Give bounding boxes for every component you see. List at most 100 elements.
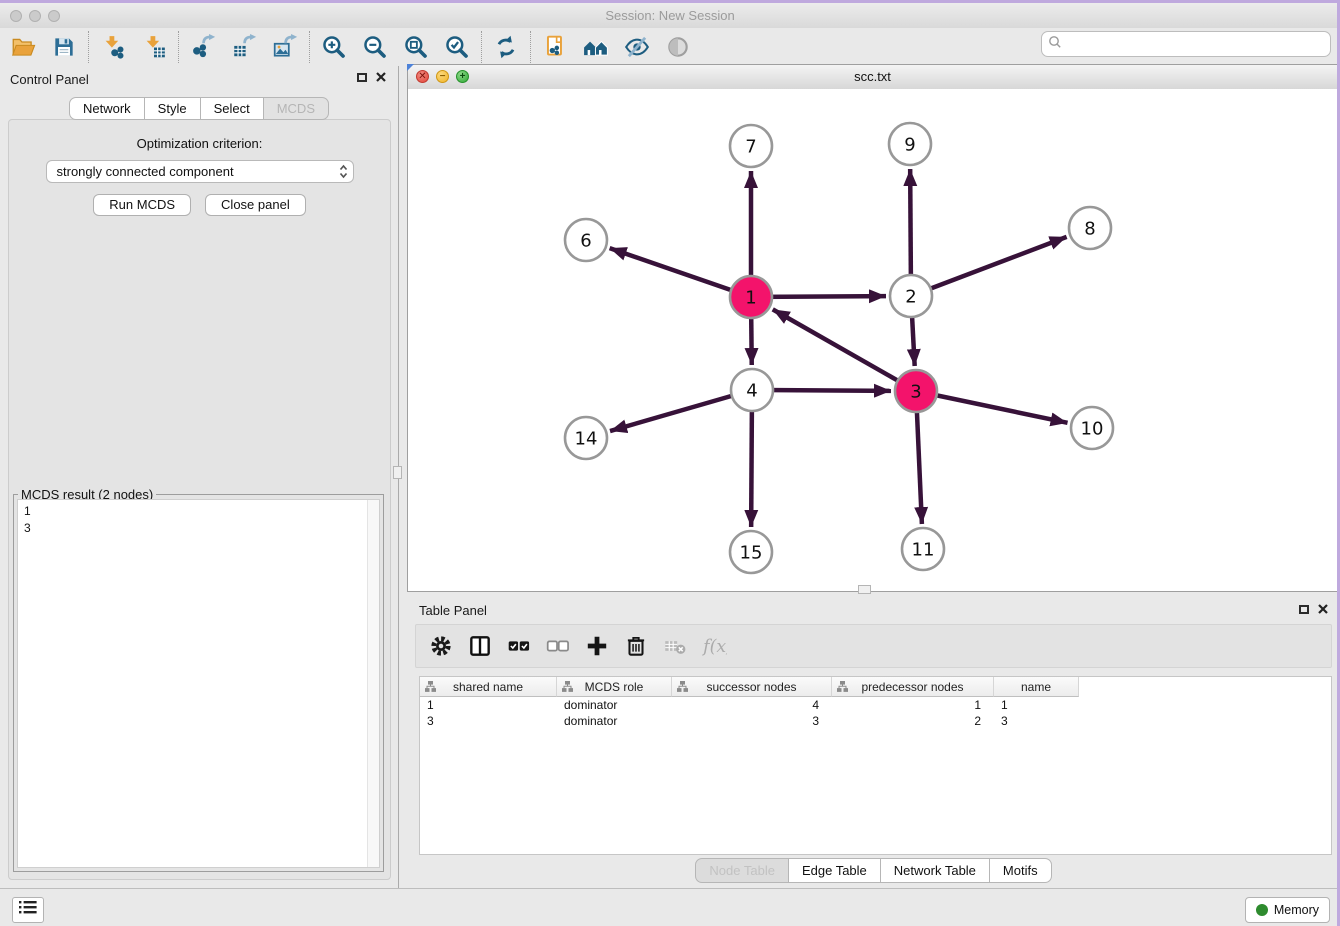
table-row[interactable]: 1dominator411 <box>420 697 1331 713</box>
select-all-rows-icon[interactable] <box>506 633 532 659</box>
table-cell[interactable]: 3 <box>994 713 1079 729</box>
tab-network-table[interactable]: Network Table <box>881 858 990 883</box>
tab-mcds[interactable]: MCDS <box>264 97 329 120</box>
mcds-result-item[interactable]: 3 <box>18 520 379 537</box>
graph-node-10[interactable]: 10 <box>1071 407 1113 449</box>
graph-node-11[interactable]: 11 <box>902 528 944 570</box>
column-sort-icon <box>677 681 688 695</box>
zoom-out-icon[interactable] <box>362 34 388 60</box>
task-history-button[interactable] <box>12 897 44 923</box>
graph-edge-2-8[interactable] <box>911 237 1067 296</box>
frame-close-icon[interactable]: ✕ <box>416 70 429 83</box>
float-table-panel-icon[interactable] <box>1299 605 1309 614</box>
result-scrollbar[interactable] <box>367 500 379 867</box>
tab-edge-table[interactable]: Edge Table <box>789 858 881 883</box>
network-view-frame: ✕ − + scc.txt 7 9 6 8 1 2 4 3 14 10 15 11 <box>407 64 1338 592</box>
toolbar-separator <box>481 31 482 63</box>
frame-minimize-icon[interactable]: − <box>436 70 449 83</box>
toolbar-separator <box>178 31 179 63</box>
table-cell[interactable]: 3 <box>672 713 832 729</box>
open-file-icon[interactable] <box>10 34 36 60</box>
column-header-shared-name[interactable]: shared name <box>420 677 557 697</box>
search-field[interactable] <box>1041 31 1331 57</box>
tab-select[interactable]: Select <box>201 97 264 120</box>
graph-edge-3-10[interactable] <box>916 391 1068 423</box>
table-cell[interactable]: 1 <box>832 697 994 713</box>
control-panel: Control Panel NetworkStyleSelectMCDS Opt… <box>0 66 399 888</box>
tab-node-table[interactable]: Node Table <box>695 858 789 883</box>
table-cell[interactable]: 4 <box>672 697 832 713</box>
mcds-result-item[interactable]: 1 <box>18 500 379 520</box>
table-cell[interactable]: dominator <box>557 697 672 713</box>
clone-network-icon[interactable] <box>542 34 568 60</box>
column-header-name[interactable]: name <box>994 677 1079 697</box>
import-table-icon[interactable] <box>141 34 167 60</box>
search-input[interactable] <box>1066 36 1324 53</box>
vertical-splitter-handle[interactable] <box>393 466 402 479</box>
table-cell[interactable]: 1 <box>420 697 557 713</box>
graph-edge-1-6[interactable] <box>610 248 751 297</box>
graph-node-4[interactable]: 4 <box>731 369 773 411</box>
tab-style[interactable]: Style <box>145 97 201 120</box>
export-image-icon[interactable] <box>272 34 298 60</box>
column-sort-icon <box>425 681 436 695</box>
zoom-fit-icon[interactable] <box>403 34 429 60</box>
column-header-MCDS-role[interactable]: MCDS role <box>557 677 672 697</box>
add-column-icon[interactable] <box>584 633 610 659</box>
close-panel-button[interactable]: Close panel <box>205 194 306 216</box>
graph-node-3[interactable]: 3 <box>895 370 937 412</box>
hide-eye-icon[interactable] <box>624 34 650 60</box>
frame-maximize-icon[interactable]: + <box>456 70 469 83</box>
graph-node-9[interactable]: 9 <box>889 123 931 165</box>
graph-edge-3-1[interactable] <box>773 309 916 391</box>
save-session-icon[interactable] <box>51 34 77 60</box>
float-panel-icon[interactable] <box>357 73 367 82</box>
table-toolbar: f(x) <box>415 624 1332 668</box>
optimization-criterion-label: Optimization criterion: <box>9 136 390 151</box>
zoom-selected-icon[interactable] <box>444 34 470 60</box>
export-network-icon[interactable] <box>190 34 216 60</box>
graph-node-6[interactable]: 6 <box>565 219 607 261</box>
memory-button[interactable]: Memory <box>1245 897 1330 923</box>
table-cell[interactable]: 3 <box>420 713 557 729</box>
home-icon[interactable] <box>583 34 609 60</box>
export-table-icon[interactable] <box>231 34 257 60</box>
application-window: Session: New Session Control Panel Netwo… <box>0 0 1340 926</box>
table-settings-icon[interactable] <box>428 633 454 659</box>
column-sort-icon <box>562 681 573 695</box>
tab-motifs[interactable]: Motifs <box>990 858 1052 883</box>
table-row[interactable]: 3dominator323 <box>420 713 1331 729</box>
graph-node-7[interactable]: 7 <box>730 125 772 167</box>
column-layout-icon[interactable] <box>467 633 493 659</box>
column-header-predecessor-nodes[interactable]: predecessor nodes <box>832 677 994 697</box>
column-sort-icon <box>837 681 848 695</box>
graph-node-1[interactable]: 1 <box>730 276 772 318</box>
close-table-panel-icon[interactable] <box>1318 604 1328 614</box>
import-network-icon[interactable] <box>100 34 126 60</box>
criterion-dropdown[interactable]: strongly connected component <box>46 160 354 183</box>
svg-text:4: 4 <box>746 380 757 401</box>
show-eye-disabled-icon <box>665 34 691 60</box>
table-header-row: shared name MCDS rolesuccessor nodesprede… <box>420 677 1331 697</box>
column-header-successor-nodes[interactable]: successor nodes <box>672 677 832 697</box>
deselect-all-rows-icon[interactable] <box>545 633 571 659</box>
table-cell[interactable]: 1 <box>994 697 1079 713</box>
tab-network[interactable]: Network <box>69 97 145 120</box>
mcds-result-list[interactable]: 13 <box>17 499 380 868</box>
graph-node-2[interactable]: 2 <box>890 275 932 317</box>
network-title: scc.txt <box>408 65 1337 89</box>
delete-column-icon[interactable] <box>623 633 649 659</box>
graph-node-14[interactable]: 14 <box>565 417 607 459</box>
column-label: shared name <box>453 680 523 694</box>
horizontal-splitter-handle[interactable] <box>858 585 871 594</box>
svg-text:15: 15 <box>740 542 763 563</box>
apply-layout-icon[interactable] <box>493 34 519 60</box>
close-panel-icon[interactable] <box>376 72 386 82</box>
zoom-in-icon[interactable] <box>321 34 347 60</box>
network-canvas[interactable]: 7 9 6 8 1 2 4 3 14 10 15 11 <box>408 89 1337 591</box>
run-mcds-button[interactable]: Run MCDS <box>93 194 191 216</box>
graph-node-8[interactable]: 8 <box>1069 207 1111 249</box>
table-cell[interactable]: 2 <box>832 713 994 729</box>
table-cell[interactable]: dominator <box>557 713 672 729</box>
graph-node-15[interactable]: 15 <box>730 531 772 573</box>
